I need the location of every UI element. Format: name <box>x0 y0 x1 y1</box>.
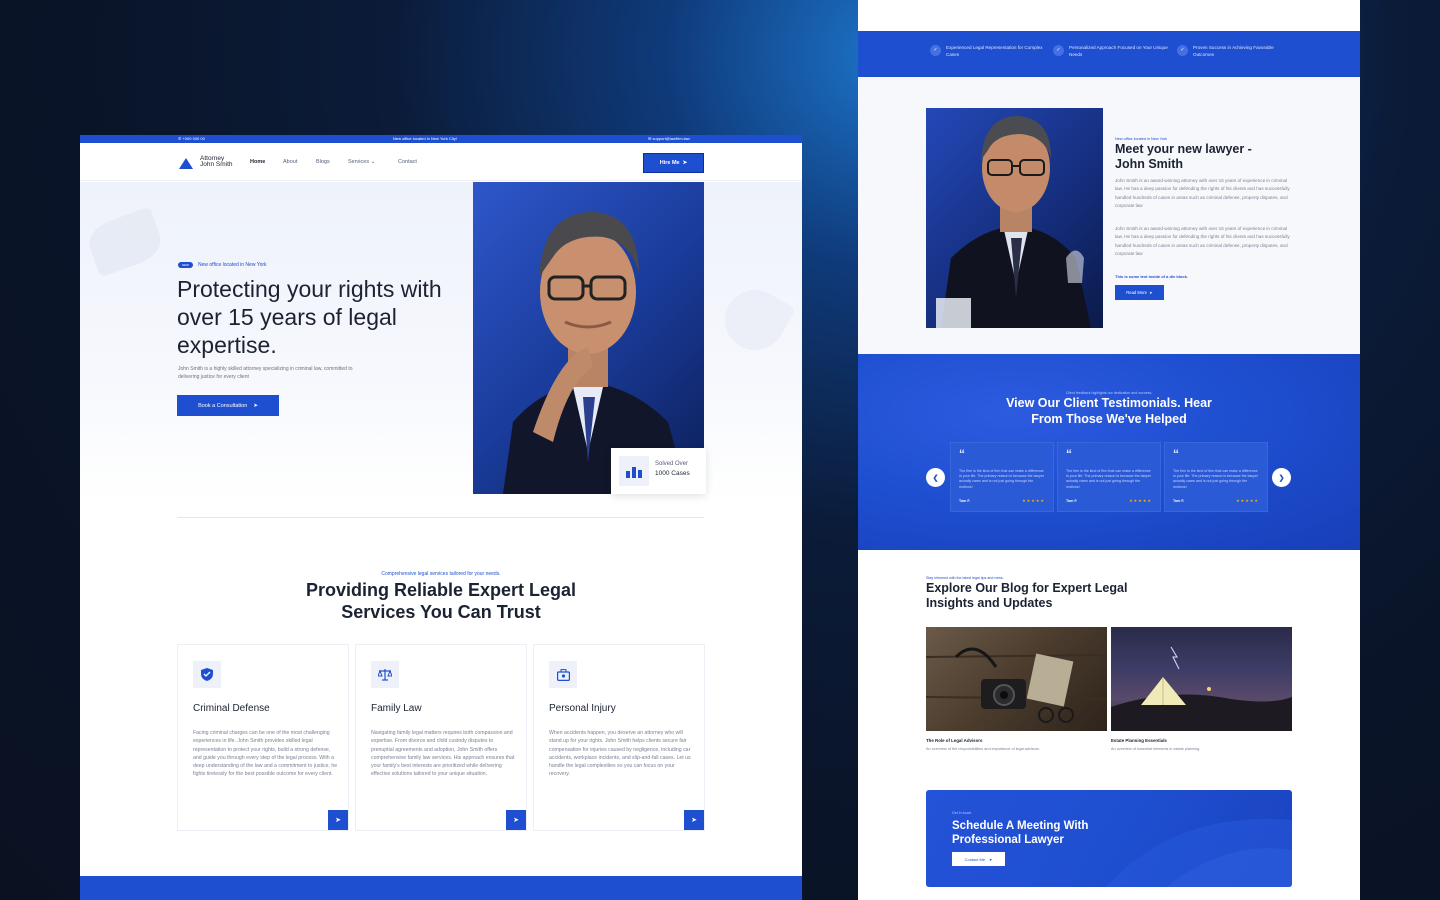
contact-cta-banner: Get in touch Schedule A Meeting With Pro… <box>926 790 1292 887</box>
hero-description: John Smith is a highly skilled attorney … <box>178 366 353 380</box>
testimonial-author: Tom F. <box>1173 499 1185 503</box>
read-more-button[interactable]: Read More ➤ <box>1115 285 1164 300</box>
solved-count: 1000 Cases <box>655 470 690 477</box>
contact-me-button[interactable]: Contact Me ➤ <box>952 852 1005 866</box>
nav-link-home[interactable]: Home <box>250 159 265 165</box>
service-card[interactable]: Family Law Navigating family legal matte… <box>355 644 527 831</box>
top-info-bar: ✆ +000 000 00 New office located in New … <box>80 135 802 143</box>
about-paragraph: John Smith is an award-winning attorney … <box>1115 226 1290 257</box>
nav-link-services[interactable]: Services ⌄ <box>348 159 375 165</box>
rating-stars: ★★★★★ <box>1022 498 1045 503</box>
service-description: When accidents happen, you deserve an at… <box>549 730 691 778</box>
decorative-shape <box>714 279 796 361</box>
testimonial-card: “ The firm is the kind of firm that can … <box>1057 442 1161 512</box>
brand-name[interactable]: Attorney John Smith <box>200 155 233 168</box>
testimonials-eyebrow: Client feedback highlights our dedicatio… <box>1065 391 1153 395</box>
testimonial-text: The firm is the kind of firm that can ma… <box>1066 469 1152 489</box>
service-description: Navigating family legal matters requires… <box>371 730 515 778</box>
about-paragraph: John Smith is an award-winning attorney … <box>1115 178 1290 209</box>
features-bar: ✓ Experienced Legal Representation for C… <box>858 31 1360 77</box>
email-text[interactable]: ✉ support@lawfirm.law <box>648 136 690 141</box>
arrow-right-icon[interactable]: ➤ <box>506 810 526 830</box>
rating-stars: ★★★★★ <box>1129 498 1152 503</box>
service-card[interactable]: Criminal Defense Facing criminal charges… <box>177 644 349 831</box>
testimonial-author: Tom F. <box>959 499 971 503</box>
photo-illustration <box>936 116 1091 328</box>
scales-icon <box>371 661 399 688</box>
book-consultation-button[interactable]: Book a Consultation ➤ <box>177 395 279 416</box>
tent-illustration <box>1111 646 1292 731</box>
cta-eyebrow: Get in touch <box>952 811 972 815</box>
blog-post-summary: An overview of essential elements in est… <box>1111 747 1201 751</box>
testimonial-text: The firm is the kind of firm that can ma… <box>959 469 1045 489</box>
check-icon: ✓ <box>1053 45 1064 56</box>
topbar-announcement: New office located in New York City! <box>393 136 457 141</box>
carousel-next-button[interactable]: ❯ <box>1272 468 1291 487</box>
homepage-mockup: ✆ +000 000 00 New office located in New … <box>80 135 802 900</box>
about-title: Meet your new lawyer - John Smith <box>1115 142 1252 171</box>
feature-item: ✓ Personalized Approach Focused on Your … <box>1053 45 1174 58</box>
arrow-right-icon[interactable]: ➤ <box>684 810 704 830</box>
check-icon: ✓ <box>930 45 941 56</box>
logo-icon[interactable] <box>179 158 193 169</box>
about-note: This is some text inside of a div block. <box>1115 274 1188 279</box>
nav-link-contact[interactable]: Contact <box>398 159 417 165</box>
blog-eyebrow: Stay informed with the latest legal tips… <box>926 576 1004 580</box>
service-card[interactable]: Personal Injury When accidents happen, y… <box>533 644 705 831</box>
phone-text[interactable]: ✆ +000 000 00 <box>178 136 205 141</box>
testimonial-card: “ The firm is the kind of firm that can … <box>1164 442 1268 512</box>
testimonial-card: “ The firm is the kind of firm that can … <box>950 442 1054 512</box>
arrow-right-icon: ➤ <box>1149 290 1153 295</box>
briefcase-icon <box>549 661 577 688</box>
next-section-band <box>80 876 802 900</box>
solved-cases-card: Solved Over 1000 Cases <box>611 448 706 494</box>
about-page-mockup: ✓ Experienced Legal Representation for C… <box>858 0 1360 900</box>
check-icon: ✓ <box>1177 45 1188 56</box>
service-title: Criminal Defense <box>193 703 270 714</box>
arrow-right-icon: ➤ <box>989 856 993 862</box>
camera-illustration <box>926 647 1107 723</box>
chart-icon <box>619 456 649 486</box>
new-badge: NEW <box>178 262 193 268</box>
quote-icon: “ <box>959 447 965 461</box>
hero-title: Protecting your rights with over 15 year… <box>177 276 442 358</box>
services-eyebrow: Comprehensive legal services tailored fo… <box>381 571 501 577</box>
arrow-right-icon[interactable]: ➤ <box>328 810 348 830</box>
testimonials-title: View Our Client Testimonials. Hear From … <box>1006 396 1212 426</box>
blog-post-title[interactable]: Estate Planning Essentials <box>1111 738 1167 743</box>
rating-stars: ★★★★★ <box>1236 498 1259 503</box>
service-description: Facing criminal charges can be one of th… <box>193 730 338 778</box>
blog-post-image[interactable] <box>1111 627 1292 731</box>
services-title: Providing Reliable Expert Legal Services… <box>305 580 577 622</box>
arrow-right-icon: ➤ <box>253 402 258 409</box>
solved-label: Solved Over <box>655 461 689 467</box>
blog-post-title[interactable]: The Role of Legal Advisors <box>926 738 982 743</box>
quote-icon: “ <box>1066 447 1072 461</box>
hero-eyebrow: New office located in New York <box>198 262 267 268</box>
testimonial-author: Tom F. <box>1066 499 1078 503</box>
cta-title: Schedule A Meeting With Professional Law… <box>952 820 1089 846</box>
shield-icon <box>193 661 221 688</box>
testimonial-text: The firm is the kind of firm that can ma… <box>1173 469 1259 489</box>
nav-link-about[interactable]: About <box>283 159 297 165</box>
feature-item: ✓ Proven Success in Achieving Favorable … <box>1177 45 1283 58</box>
service-title: Personal Injury <box>549 703 616 714</box>
nav-link-blogs[interactable]: Blogs <box>316 159 330 165</box>
blog-post-image[interactable] <box>926 627 1107 731</box>
blog-post-summary: An overview of the responsibilities and … <box>926 747 1040 751</box>
main-navbar: Attorney John Smith Home About Blogs Ser… <box>80 143 802 181</box>
chevron-down-icon: ⌄ <box>370 159 376 165</box>
hire-me-button[interactable]: Hire Me ➤ <box>643 153 704 173</box>
arrow-right-icon: ➤ <box>682 160 688 166</box>
blog-title: Explore Our Blog for Expert Legal Insigh… <box>926 581 1128 610</box>
decorative-shape <box>83 206 167 278</box>
quote-icon: “ <box>1173 447 1179 461</box>
feature-item: ✓ Experienced Legal Representation for C… <box>930 45 1051 58</box>
lawyer-photo <box>926 108 1103 328</box>
service-title: Family Law <box>371 703 422 714</box>
about-eyebrow: New office located in New York <box>1115 137 1168 141</box>
section-divider <box>177 517 704 518</box>
carousel-prev-button[interactable]: ❮ <box>926 468 945 487</box>
